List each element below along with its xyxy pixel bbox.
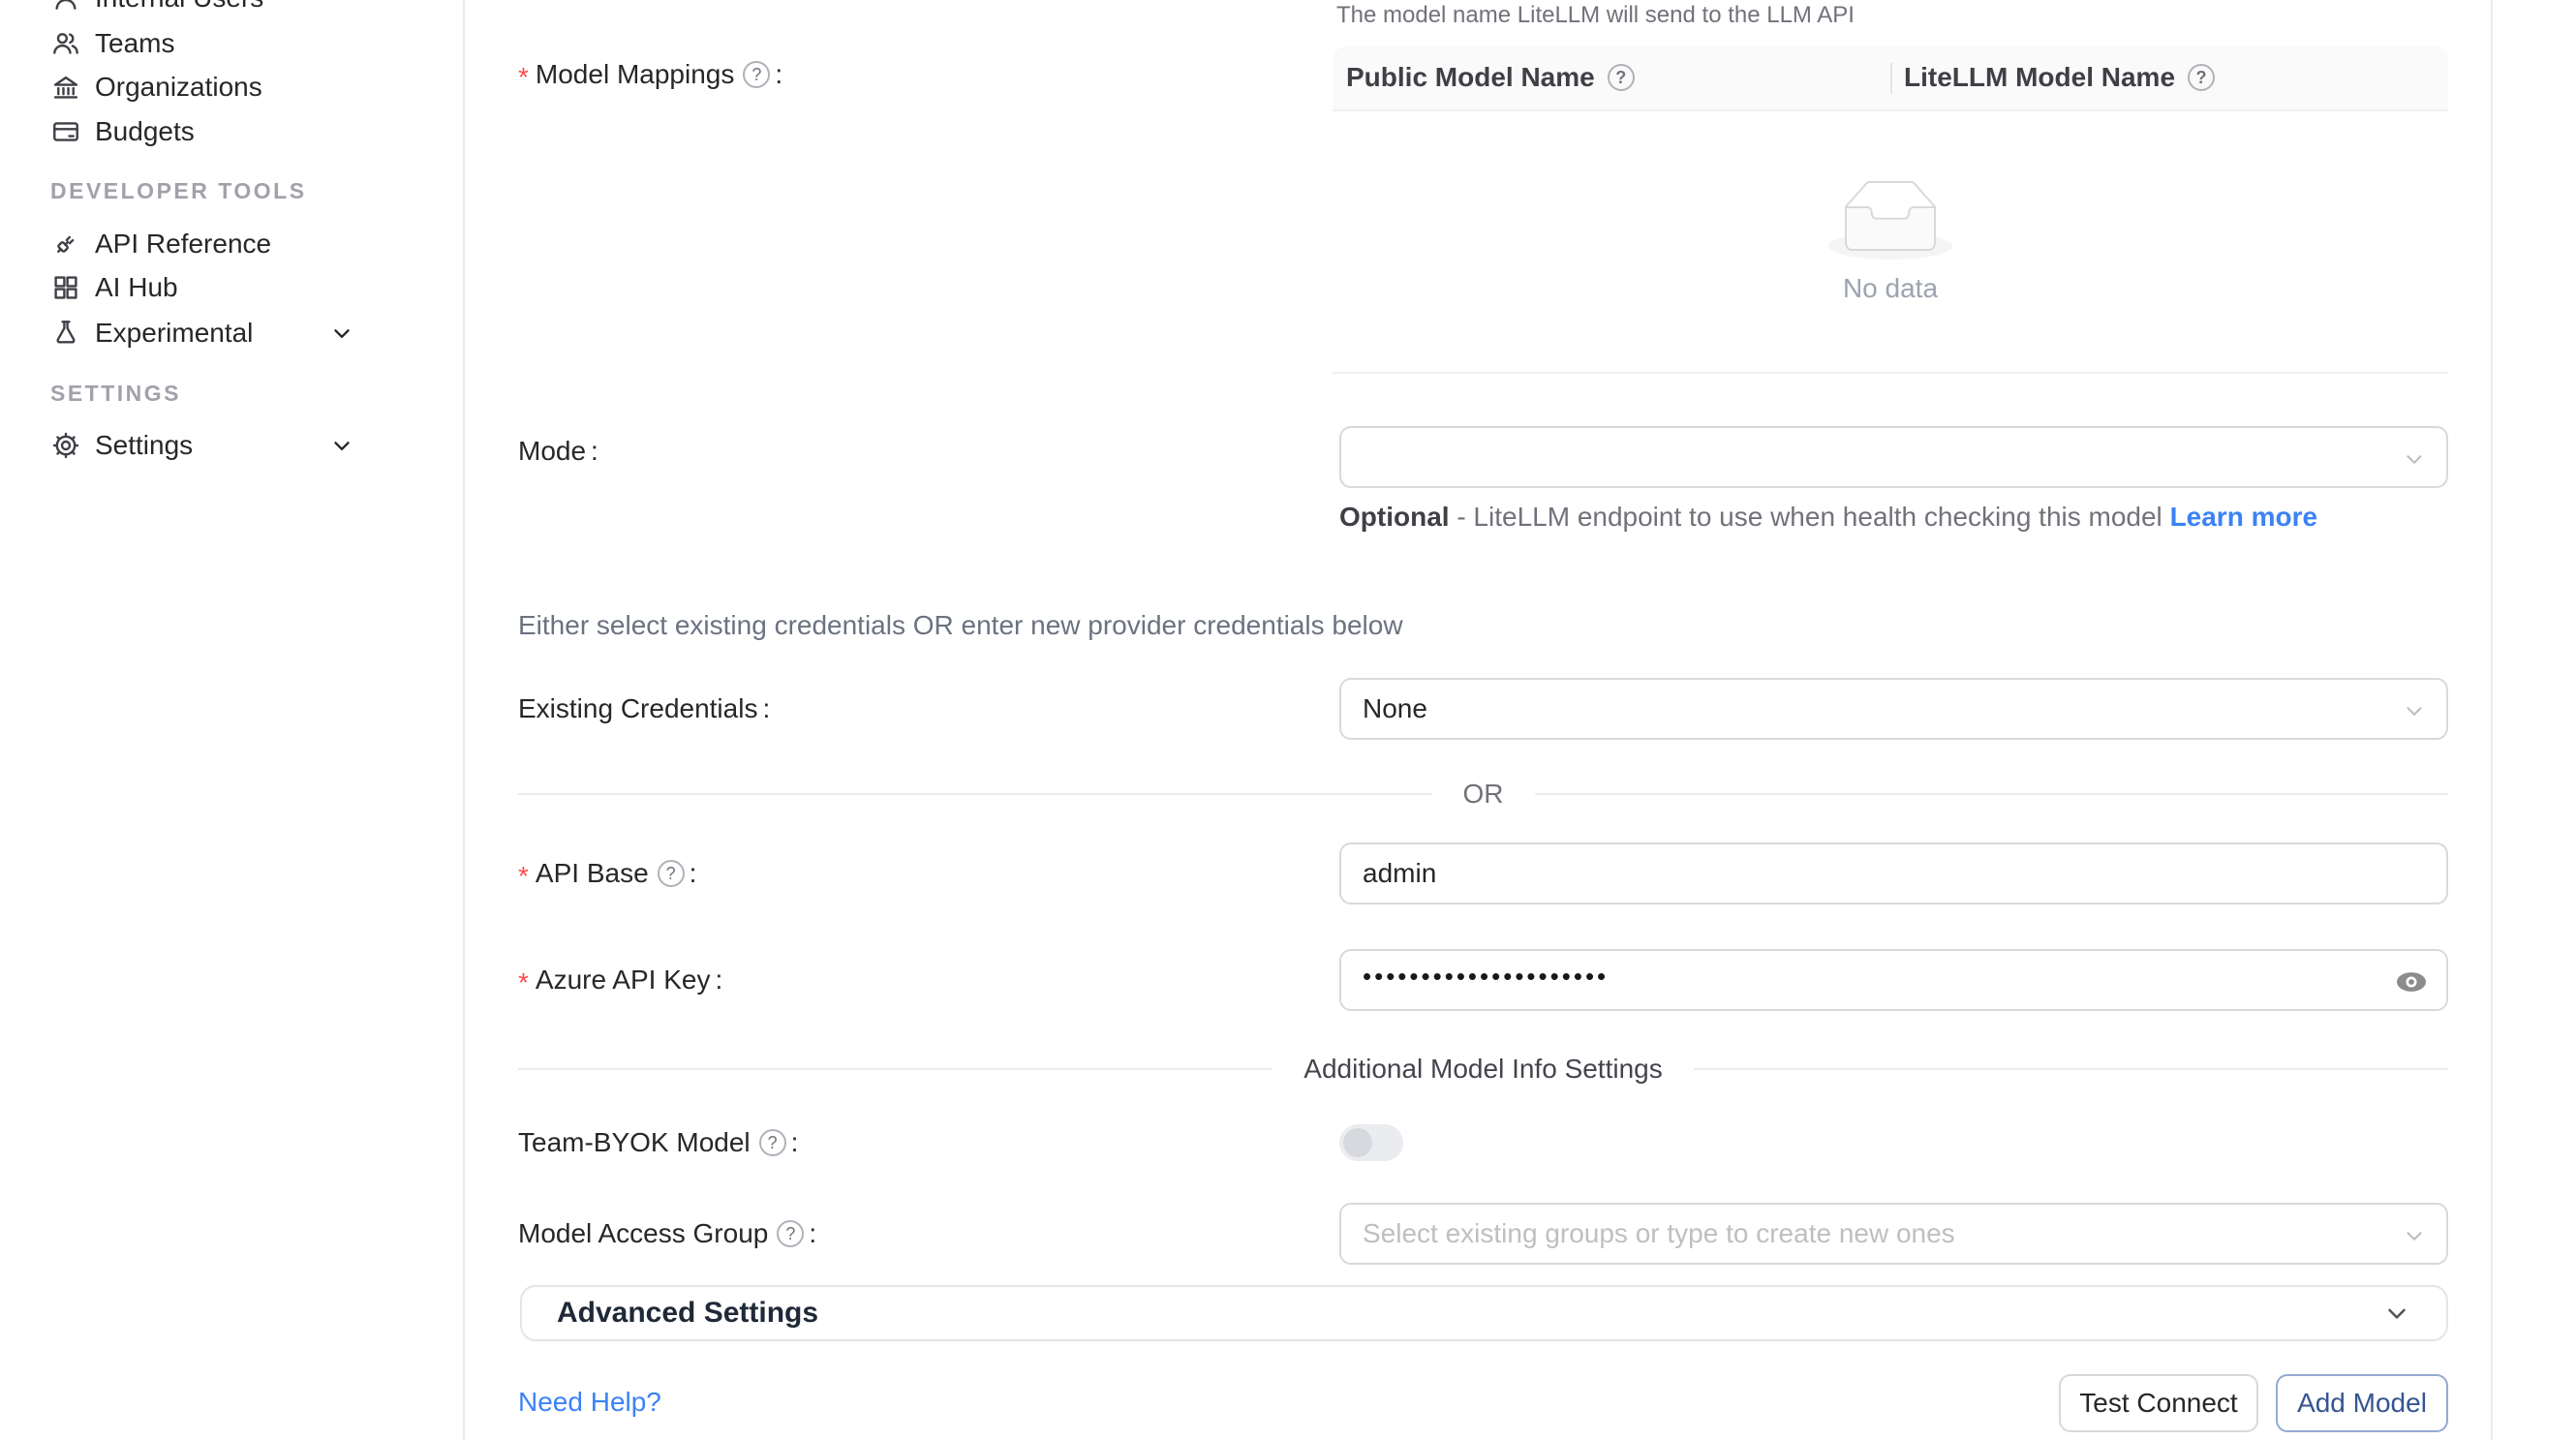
api-base-value: admin [1363,858,1436,889]
sidebar-item-label: Teams [95,28,174,59]
mode-label: Mode: [518,432,598,471]
empty-text: No data [1843,273,1938,304]
model-mappings-label: * Model Mappings ? : [518,55,782,94]
sidebar-item-label: AI Hub [95,272,178,303]
additional-settings-divider: Additional Model Info Settings [518,1052,2448,1087]
sidebar-item-label: API Reference [95,229,271,260]
bank-icon [50,72,81,103]
model-mappings-caption: The model name LiteLLM will send to the … [1336,2,1855,29]
api-base-label: * API Base ? : [518,854,696,893]
existing-credentials-label: Existing Credentials: [518,689,770,728]
help-icon[interactable]: ? [658,860,685,887]
flask-icon [50,318,81,349]
toggle-knob [1343,1128,1372,1157]
sidebar-item-budgets[interactable]: Budgets [50,109,428,154]
help-icon[interactable]: ? [777,1220,804,1247]
chevron-down-icon [2402,698,2427,723]
eye-icon[interactable] [2394,965,2429,999]
sidebar-item-label: Organizations [95,72,262,103]
required-mark: * [518,62,529,93]
user-icon [50,0,81,14]
sidebar-section-settings: SETTINGS [50,371,181,415]
api-base-input[interactable]: admin [1339,843,2448,904]
advanced-settings-panel[interactable]: Advanced Settings [520,1285,2448,1341]
api-plug-icon [50,229,81,260]
need-help-link[interactable]: Need Help? [518,1383,661,1422]
sidebar-section-developer-tools: DEVELOPER TOOLS [50,169,307,213]
grid-icon [50,272,81,303]
sidebar-item-organizations[interactable]: Organizations [50,65,428,109]
advanced-settings-title: Advanced Settings [557,1297,818,1330]
sidebar-item-experimental[interactable]: Experimental [50,311,428,355]
sidebar-item-ai-hub[interactable]: AI Hub [50,265,428,310]
add-model-button[interactable]: Add Model [2276,1374,2448,1432]
credit-card-icon [50,116,81,147]
sidebar-item-label: Internal Users [95,0,263,14]
sidebar-item-label: Experimental [95,318,253,349]
table-empty-state: No data [1333,111,2448,374]
model-access-group-placeholder: Select existing groups or type to create… [1363,1218,1955,1249]
or-divider: OR [518,777,2448,812]
team-byok-label: Team-BYOK Model ? : [518,1123,798,1162]
litellm-admin-page: Internal Users Teams Orga [0,0,2576,1440]
help-icon[interactable]: ? [1608,64,1635,91]
empty-box-icon [1828,180,1952,260]
chevron-down-icon [2402,446,2427,472]
existing-credentials-value: None [1363,693,1427,724]
column-header-public-model-name: Public Model Name ? [1333,46,1890,109]
team-byok-toggle[interactable] [1339,1124,1403,1161]
existing-credentials-select[interactable]: None [1339,678,2448,740]
model-access-group-select[interactable]: Select existing groups or type to create… [1339,1203,2448,1265]
sidebar-item-api-reference[interactable]: API Reference [50,222,428,266]
learn-more-link[interactable]: Learn more [2170,502,2318,532]
azure-api-key-input[interactable]: ••••••••••••••••••••• [1339,949,2448,1011]
azure-api-key-label: * Azure API Key : [518,961,722,999]
sidebar: Internal Users Teams Orga [0,0,465,1440]
required-mark: * [518,967,529,998]
help-icon[interactable]: ? [2188,64,2215,91]
model-access-group-label: Model Access Group ? : [518,1214,816,1253]
gear-icon [50,430,81,461]
mode-select[interactable] [1339,426,2448,488]
sidebar-item-settings[interactable]: Settings [50,423,428,468]
sidebar-item-internal-users[interactable]: Internal Users [50,0,428,20]
required-mark: * [518,861,529,892]
content-card-edge [2491,0,2493,1440]
help-icon[interactable]: ? [743,61,770,88]
team-icon [50,28,81,59]
sidebar-item-label: Settings [95,430,193,461]
sidebar-item-label: Budgets [95,116,195,147]
column-separator [1890,63,1892,94]
column-header-litellm-model-name: LiteLLM Model Name ? [1890,46,2448,109]
chevron-down-icon [2382,1299,2411,1328]
credentials-note: Either select existing credentials OR en… [518,610,1403,641]
table-header-row: Public Model Name ? LiteLLM Model Name ? [1333,46,2448,111]
model-mappings-table: Public Model Name ? LiteLLM Model Name ? [1333,46,2448,374]
sidebar-item-teams[interactable]: Teams [50,21,428,66]
test-connect-button[interactable]: Test Connect [2059,1374,2258,1432]
chevron-down-icon [329,433,354,458]
masked-password-value: ••••••••••••••••••••• [1363,962,1609,992]
help-icon[interactable]: ? [759,1129,786,1156]
mode-help-text: Optional - LiteLLM endpoint to use when … [1339,498,2458,536]
chevron-down-icon [329,321,354,346]
chevron-down-icon [2402,1223,2427,1248]
